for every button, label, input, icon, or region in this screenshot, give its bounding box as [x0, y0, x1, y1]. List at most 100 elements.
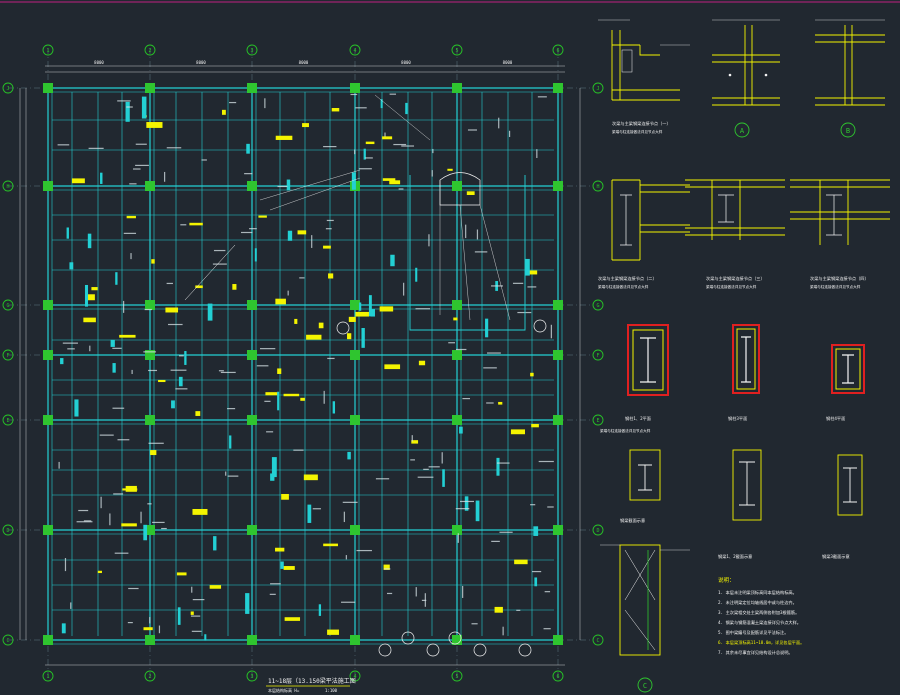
beam-label-mark	[88, 147, 104, 149]
beam-label-mark	[66, 227, 69, 239]
plan-title: 11~18层（13.150梁平法施工图	[268, 677, 356, 685]
beam-label-mark	[483, 367, 497, 369]
beam-label-mark	[128, 587, 139, 590]
column	[247, 415, 257, 425]
beam-label-mark	[264, 400, 271, 402]
beam-label-mark	[281, 493, 289, 500]
beam-label-mark	[389, 93, 397, 95]
beam-label-mark	[512, 282, 524, 284]
beam-label-mark	[141, 96, 147, 119]
column	[452, 300, 462, 310]
beam-label-mark	[486, 402, 494, 404]
beam-label-mark	[459, 500, 475, 503]
beam-label-mark	[441, 452, 443, 464]
beam-label-mark	[178, 355, 184, 357]
column	[145, 181, 155, 191]
beam-label-mark	[418, 360, 426, 366]
beam-label-mark	[382, 136, 393, 140]
beam-label-mark	[550, 324, 552, 339]
beam-label-mark	[213, 249, 226, 252]
beam-label-mark	[117, 100, 131, 102]
dimension-texts: 8000 8000 8000 8000 8000	[94, 60, 513, 65]
beam-label-mark	[474, 251, 488, 253]
beam-label-mark	[171, 400, 175, 409]
beam-label-mark	[283, 393, 300, 397]
beam-label-mark	[384, 364, 401, 370]
beam-label-mark	[382, 178, 396, 181]
column	[43, 181, 53, 191]
beam-label-mark	[375, 478, 390, 480]
beam-label-mark	[428, 234, 430, 247]
detail-title-3: 次梁与主梁钢梁连接节点（三）	[706, 275, 765, 282]
beam-label-mark	[245, 593, 250, 614]
axis-bubble-top: 4	[349, 44, 361, 56]
beam-label-mark	[415, 587, 417, 597]
beam-label-mark	[131, 369, 133, 375]
beam-label-mark	[191, 586, 193, 593]
beam-label-mark	[405, 102, 408, 115]
beam-label-mark	[327, 629, 339, 635]
beam-label-mark	[149, 617, 151, 624]
beam-label-mark	[311, 235, 313, 248]
beam-label-mark	[123, 300, 125, 313]
beam-label-mark	[209, 585, 222, 589]
beam-label-mark	[389, 180, 401, 185]
beam-label-mark	[307, 504, 312, 523]
column	[145, 635, 155, 645]
beam-label-mark	[225, 471, 227, 476]
beam-label-mark	[270, 583, 281, 585]
beam-label-mark	[417, 476, 434, 478]
beam-label-mark	[270, 473, 275, 481]
axis-bubbles: 112233445566J JH HG GF FE ED DC C	[2, 44, 604, 682]
beam-label-mark	[119, 334, 136, 338]
axis-bubble-label: E	[596, 418, 599, 424]
beam-label-mark	[327, 357, 335, 360]
detail-title-7: 钢柱4平面	[826, 415, 845, 422]
beam-label-mark	[358, 302, 362, 311]
column	[350, 525, 360, 535]
beam-label-mark	[476, 229, 479, 240]
beam-label-mark	[277, 391, 280, 411]
beam-label-mark	[244, 173, 253, 175]
beam-label-mark	[423, 468, 429, 470]
column	[145, 300, 155, 310]
axis-bubble-label: E	[6, 418, 9, 424]
beam-label-mark	[532, 570, 542, 573]
note-3: 3. 主次梁相交处主梁两侧各附加3根箍筋。	[718, 609, 799, 616]
beam-label-mark	[442, 469, 445, 487]
beam-label-mark	[453, 317, 458, 321]
beam-label-mark	[386, 592, 393, 595]
beam-label-mark	[471, 623, 478, 625]
beam-label-mark	[147, 503, 152, 505]
beam-label-mark	[254, 248, 257, 262]
beam-label-mark	[115, 272, 118, 285]
beam-label-mark	[140, 511, 142, 524]
beam-label-mark	[403, 282, 405, 296]
beam-label-mark	[213, 536, 217, 551]
axis-bubble-label: J	[596, 86, 599, 92]
beam-label-mark	[227, 408, 236, 410]
column	[452, 525, 462, 535]
beam-label-mark	[384, 132, 386, 137]
column	[350, 635, 360, 645]
beam-label-mark	[164, 171, 166, 182]
beam-label-mark	[178, 376, 183, 387]
beam-label-mark	[158, 379, 166, 383]
note-5: 5. 图中梁编号及配筋详见平法标注。	[718, 629, 788, 636]
beam-label-mark	[348, 316, 356, 322]
axis-bubble-label: C	[596, 638, 599, 644]
beam-label-mark	[190, 615, 201, 617]
beam-label-mark	[129, 183, 137, 185]
detail-note-2: 梁端与柱连接做法详见节点大样	[598, 284, 649, 289]
detail-title-4: 次梁与主梁钢梁连接节点（四）	[810, 275, 869, 282]
beam-label-mark	[499, 531, 513, 533]
beam-label-mark	[87, 233, 92, 249]
beam-label-mark	[343, 511, 345, 523]
detail-connection-B	[815, 19, 885, 106]
beam-label-mark	[161, 527, 167, 530]
beam-label-mark	[269, 593, 276, 595]
beam-label-mark	[411, 435, 413, 442]
axis-bubble-right: G	[592, 299, 604, 311]
column	[247, 350, 257, 360]
beam-label-mark	[168, 323, 183, 326]
